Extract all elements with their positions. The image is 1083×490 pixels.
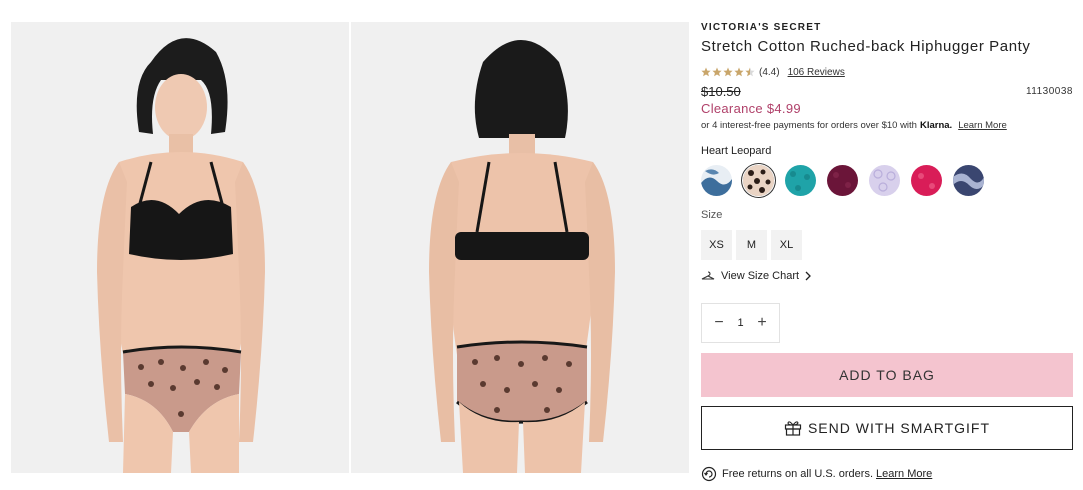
size-chart-link[interactable]: View Size Chart xyxy=(701,269,1073,283)
star-rating xyxy=(701,67,755,77)
product-info: VICTORIA'S SECRET Stretch Cotton Ruched-… xyxy=(701,22,1073,482)
product-photo-back[interactable] xyxy=(351,22,689,473)
size-options: XS M XL xyxy=(701,230,1073,260)
swatch-lavender-lace[interactable] xyxy=(869,164,900,196)
clearance-price: Clearance $4.99 xyxy=(701,101,801,116)
swatch-heart-leopard[interactable] xyxy=(743,164,774,196)
selected-color-name: Heart Leopard xyxy=(701,145,772,157)
star-icon xyxy=(734,67,744,77)
color-swatches xyxy=(701,164,1073,196)
swatch-teal[interactable] xyxy=(785,164,816,196)
gift-icon xyxy=(784,421,802,436)
size-option-m[interactable]: M xyxy=(736,230,767,260)
product-title: Stretch Cotton Ruched-back Hiphugger Pan… xyxy=(701,38,1031,55)
rating-row: (4.4) 106 Reviews xyxy=(701,66,1073,78)
size-label: Size xyxy=(701,209,723,221)
swatch-plum[interactable] xyxy=(827,164,858,196)
reviews-link[interactable]: 106 Reviews xyxy=(788,67,845,78)
free-returns-message: Free returns on all U.S. orders. Learn M… xyxy=(701,466,1073,482)
chevron-right-icon xyxy=(805,271,811,281)
size-option-xl[interactable]: XL xyxy=(771,230,802,260)
product-sku: 11130038 xyxy=(1025,85,1073,97)
model-front-image xyxy=(11,22,349,473)
swatch-hot-pink[interactable] xyxy=(911,164,942,196)
model-back-image xyxy=(351,22,689,473)
swatch-blue-tie-dye[interactable] xyxy=(701,164,732,196)
star-icon xyxy=(723,67,733,77)
brand-name: VICTORIA'S SECRET xyxy=(701,22,822,33)
original-price: $10.50 xyxy=(701,83,741,99)
quantity-decrease-button[interactable]: − xyxy=(713,315,725,331)
quantity-increase-button[interactable]: + xyxy=(756,315,768,331)
star-icon xyxy=(701,67,711,77)
quantity-value: 1 xyxy=(737,317,744,329)
size-chart-label: View Size Chart xyxy=(721,270,800,282)
half-star-icon xyxy=(745,67,755,77)
size-option-xs[interactable]: XS xyxy=(701,230,732,260)
add-to-bag-button[interactable]: ADD TO BAG xyxy=(701,353,1073,397)
klarna-learn-more-link[interactable]: Learn More xyxy=(958,120,1007,131)
klarna-message: or 4 interest-free payments for orders o… xyxy=(701,119,1073,131)
product-photo-front[interactable] xyxy=(11,22,349,473)
rating-value: (4.4) xyxy=(759,66,780,78)
star-icon xyxy=(712,67,722,77)
send-with-smartgift-button[interactable]: SEND WITH SMARTGIFT xyxy=(701,406,1073,450)
product-gallery xyxy=(11,22,690,473)
klarna-logo: Klarna. xyxy=(919,119,953,131)
returns-text: Free returns on all U.S. orders. xyxy=(722,468,874,480)
quantity-stepper: − 1 + xyxy=(701,303,780,343)
price-row: $10.50 11130038 xyxy=(701,83,1073,99)
returns-learn-more-link[interactable]: Learn More xyxy=(876,468,932,480)
returns-icon xyxy=(701,466,717,482)
smartgift-label: SEND WITH SMARTGIFT xyxy=(807,420,991,436)
klarna-text: or 4 interest-free payments for orders o… xyxy=(701,119,917,131)
swatch-navy-tie-dye[interactable] xyxy=(953,164,984,196)
hanger-icon xyxy=(701,271,715,280)
